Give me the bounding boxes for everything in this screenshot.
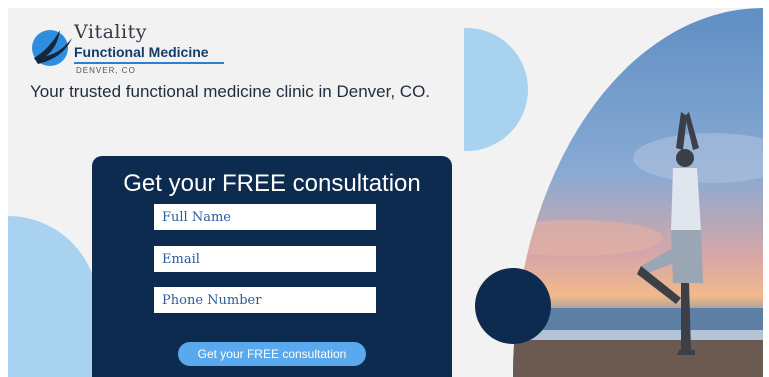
decorative-quarter-circle <box>8 216 98 377</box>
phone-input[interactable] <box>154 287 376 313</box>
logo-city-text: DENVER, CO <box>76 66 136 75</box>
email-input[interactable] <box>154 246 376 272</box>
yoga-photo <box>513 8 763 377</box>
logo[interactable]: Vitality Functional Medicine DENVER, CO <box>30 20 240 75</box>
form-title: Get your FREE consultation <box>123 170 421 197</box>
full-name-input[interactable] <box>154 204 376 230</box>
bird-icon <box>30 24 74 68</box>
decorative-half-circle <box>464 28 528 151</box>
hero-banner: Vitality Functional Medicine DENVER, CO … <box>8 8 763 377</box>
consultation-form: Get your FREE consultation Get your FREE… <box>92 156 452 377</box>
submit-consultation-button[interactable]: Get your FREE consultation <box>178 342 366 366</box>
logo-main-text: Functional Medicine <box>74 44 209 60</box>
logo-script-text: Vitality <box>74 21 147 43</box>
decorative-navy-circle <box>475 268 551 344</box>
logo-underline <box>74 62 224 64</box>
tagline: Your trusted functional medicine clinic … <box>30 82 431 101</box>
